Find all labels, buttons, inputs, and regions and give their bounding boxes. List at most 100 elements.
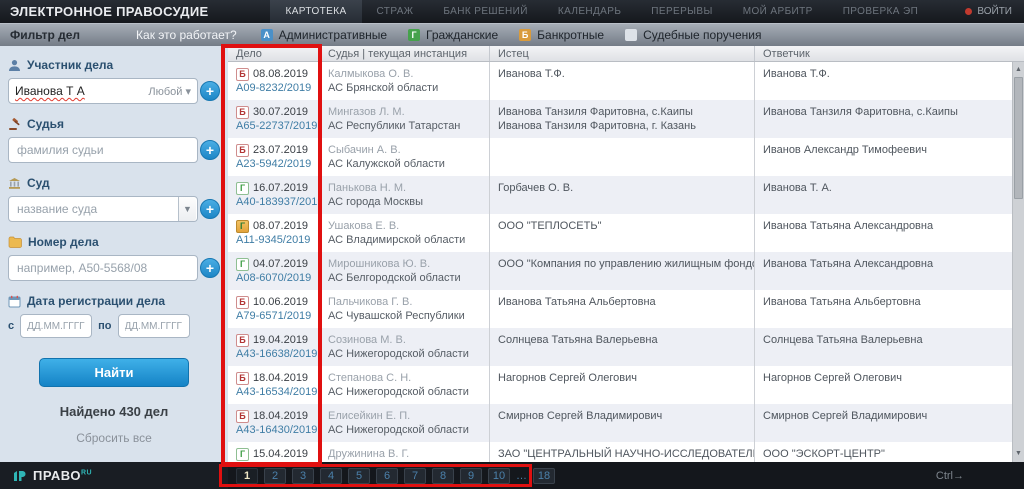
tab-label: Гражданские (426, 28, 498, 42)
topnav-item-kartoteka[interactable]: КАРТОТЕКА (270, 0, 361, 23)
judge-cell: Дружинина В. Г.АС города Москвы (320, 442, 490, 462)
top-nav-bar: ЭЛЕКТРОННОЕ ПРАВОСУДИЕ КАРТОТЕКАСТРАЖБАН… (0, 0, 1024, 23)
plaintiff-name: Смирнов Сергей Владимирович (498, 409, 746, 423)
reg-date-label: Дата регистрации дела (27, 294, 165, 308)
court-input[interactable] (8, 196, 198, 222)
defendant-cell: Солнцева Татьяна Валерьевна (755, 328, 1024, 366)
judge-name: Дружинина В. Г. (328, 447, 481, 461)
topnav-item-strazh[interactable]: СТРАЖ (362, 0, 429, 23)
bankruptcy-case-icon: Б (236, 334, 249, 347)
judge-name: Пальчикова Г. В. (328, 295, 481, 309)
topnav-item-moy-arbitr[interactable]: МОЙ АРБИТР (728, 0, 828, 23)
topnav-item-proverka-ep[interactable]: ПРОВЕРКА ЭП (828, 0, 933, 23)
case-date: 30.07.2019 (253, 105, 308, 119)
add-court-button[interactable]: + (200, 199, 220, 219)
column-header-defendant[interactable]: Ответчик (755, 46, 1024, 61)
date-to-label: по (98, 320, 111, 332)
case-date-line: Г16.07.2019 (236, 181, 311, 195)
table-row: Б18.04.2019А43-16534/2019Степанова С. Н.… (228, 366, 1024, 404)
case-number-link[interactable]: А65-22737/2019 (236, 120, 317, 132)
add-case-number-button[interactable]: + (200, 258, 220, 278)
add-judge-button[interactable]: + (200, 140, 220, 160)
case-number-link[interactable]: А43-16534/2019 (236, 386, 317, 398)
page-button-9[interactable]: 9 (460, 468, 482, 484)
column-header-judge[interactable]: Судья | текущая инстанция (320, 46, 490, 61)
civil-case-folder-icon: Г (236, 220, 249, 233)
bankruptcy-case-icon: Б (236, 296, 249, 309)
case-number-link[interactable]: А23-5942/2019 (236, 158, 311, 170)
page-button-1[interactable]: 1 (236, 468, 258, 484)
judge-input[interactable] (8, 137, 198, 163)
case-number-link[interactable]: А11-9345/2019 (236, 234, 310, 246)
topnav-item-pereryvy[interactable]: ПЕРЕРЫВЫ (636, 0, 727, 23)
pagination-ellipsis: … (516, 470, 527, 482)
column-header-case[interactable]: Дело (228, 46, 320, 61)
defendant-name: Иванова Татьяна Альбертовна (763, 295, 1016, 309)
reset-all-link[interactable]: Сбросить все (8, 431, 220, 445)
how-it-works-link[interactable]: Как это работает? (136, 28, 237, 42)
date-from-input[interactable] (20, 314, 92, 338)
judge-group: Судья + (8, 117, 220, 163)
judge-name: Калмыкова О. В. (328, 67, 481, 81)
topnav-item-bank-resheniy[interactable]: БАНК РЕШЕНИЙ (428, 0, 542, 23)
civil-case-icon: Г (236, 182, 249, 195)
judge-name: Елисейкин Е. П. (328, 409, 481, 423)
page-button-2[interactable]: 2 (264, 468, 286, 484)
case-number-link[interactable]: А43-16430/2019 (236, 424, 317, 436)
defendant-name: Солнцева Татьяна Валерьевна (763, 333, 1016, 347)
case-number-link[interactable]: А40-183937/2019 (236, 196, 320, 208)
judge-name: Панькова Н. М. (328, 181, 481, 195)
bankruptcy-case-icon: Б (236, 410, 249, 423)
page-button-5[interactable]: 5 (348, 468, 370, 484)
defendant-name: Нагорнов Сергей Олегович (763, 371, 1016, 385)
case-cell: Г04.07.2019А08-6070/2019 (228, 252, 320, 290)
court-building-icon (8, 177, 21, 190)
case-date-line: Б23.07.2019 (236, 143, 311, 157)
topnav-item-kalendar[interactable]: КАЛЕНДАРЬ (543, 0, 636, 23)
case-number-link[interactable]: А43-16638/2019 (236, 348, 317, 360)
judge-name: Сыбачин А. В. (328, 143, 481, 157)
add-participant-button[interactable]: + (200, 81, 220, 101)
scrollbar-thumb[interactable] (1014, 77, 1023, 199)
table-row: Б19.04.2019А43-16638/2019Созинова М. В.А… (228, 328, 1024, 366)
pravo-logo-text[interactable]: ПРАВОRU (33, 468, 92, 483)
defendant-name: Смирнов Сергей Владимирович (763, 409, 1016, 423)
civil-case-icon: Г (236, 258, 249, 271)
judge-name: Мингазов Л. М. (328, 105, 481, 119)
case-number-input[interactable] (8, 255, 198, 281)
date-to-input[interactable] (118, 314, 190, 338)
case-number-link[interactable]: А79-6571/2019 (236, 310, 311, 322)
tab-civil[interactable]: Г Гражданские (408, 28, 498, 42)
tab-administrative[interactable]: ААдминистративные (261, 28, 387, 42)
scroll-up-icon[interactable]: ▲ (1013, 64, 1024, 76)
case-number-link[interactable]: А09-8232/2019 (236, 82, 311, 94)
civil-case-icon: Г (236, 448, 249, 461)
vertical-scrollbar[interactable]: ▲ ▼ (1012, 62, 1024, 462)
participant-input[interactable]: Иванова Т А Любой ▾ (8, 78, 198, 104)
plaintiff-name: Иванова Татьяна Альбертовна (498, 295, 746, 309)
scroll-down-icon[interactable]: ▼ (1013, 448, 1024, 460)
participant-role-dropdown[interactable]: Любой ▾ (148, 85, 191, 98)
tab-judicial-orders[interactable]: Судебные поручения (625, 28, 761, 42)
court-dropdown-button[interactable]: ▼ (178, 197, 196, 221)
judge-cell: Панькова Н. М.АС города Москвы (320, 176, 490, 214)
login-button[interactable]: ВОЙТИ (965, 6, 1024, 17)
page-button-18[interactable]: 18 (533, 468, 555, 484)
page-button-4[interactable]: 4 (320, 468, 342, 484)
page-button-3[interactable]: 3 (292, 468, 314, 484)
page-button-10[interactable]: 10 (488, 468, 510, 484)
folder-icon (8, 236, 22, 248)
page-button-8[interactable]: 8 (432, 468, 454, 484)
case-type-civil-icon: Г (408, 29, 420, 41)
tab-bankruptcy[interactable]: ББанкротные (519, 28, 604, 42)
page-button-7[interactable]: 7 (404, 468, 426, 484)
participant-label: Участник дела (27, 58, 113, 72)
judge-name: Созинова М. В. (328, 333, 481, 347)
judge-name: Мирошникова Ю. В. (328, 257, 481, 271)
case-number-link[interactable]: А08-6070/2019 (236, 272, 311, 284)
column-header-plaintiff[interactable]: Истец (490, 46, 755, 61)
page-button-6[interactable]: 6 (376, 468, 398, 484)
search-button[interactable]: Найти (39, 358, 189, 387)
case-cell: Г16.07.2019А40-183937/2019 (228, 176, 320, 214)
plaintiff-name: Нагорнов Сергей Олегович (498, 371, 746, 385)
